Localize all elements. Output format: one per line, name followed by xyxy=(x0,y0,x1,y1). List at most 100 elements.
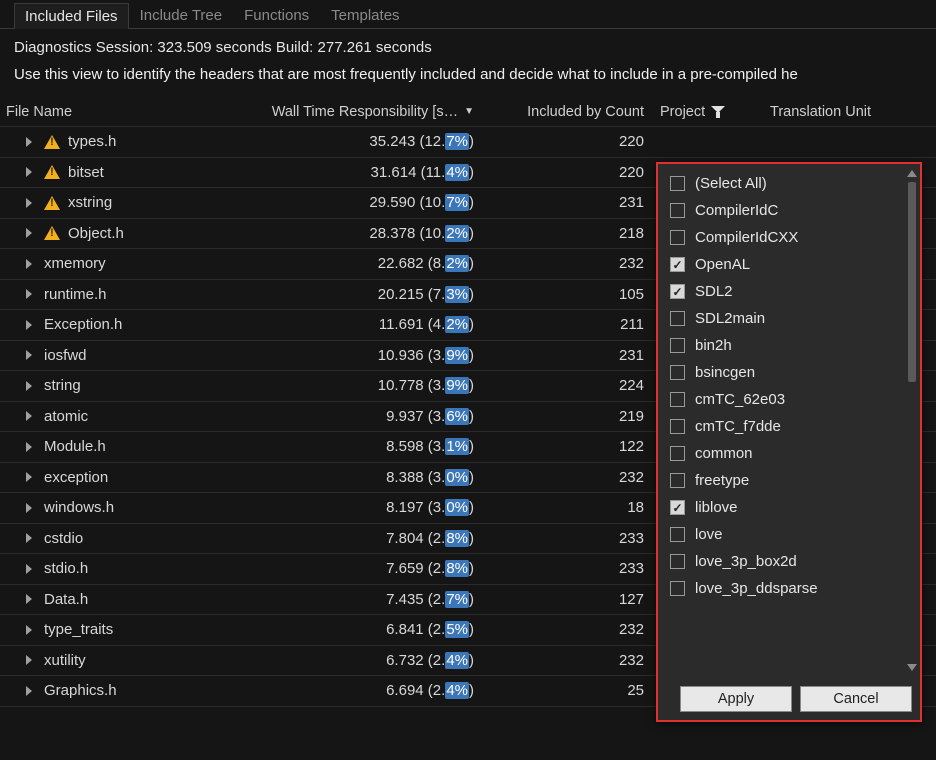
filter-item-label: cmTC_f7dde xyxy=(695,418,781,435)
expander-icon[interactable] xyxy=(26,228,36,238)
tab-include-tree[interactable]: Include Tree xyxy=(129,2,234,28)
checkbox[interactable] xyxy=(670,311,685,326)
included-by-cell: 211 xyxy=(484,316,654,333)
col-wall-time-label: Wall Time Responsibility [s… xyxy=(272,104,458,120)
expander-icon[interactable] xyxy=(26,259,36,269)
filter-item-label: love_3p_ddsparse xyxy=(695,580,818,597)
filter-item-label: SDL2main xyxy=(695,310,765,327)
table-row[interactable]: types.h35.243 (12.7%)220 xyxy=(0,127,936,158)
expander-icon[interactable] xyxy=(26,533,36,543)
wall-time-cell: 10.936 (3.9%) xyxy=(242,347,484,364)
expander-icon[interactable] xyxy=(26,350,36,360)
checkbox[interactable] xyxy=(670,527,685,542)
checkbox[interactable] xyxy=(670,500,685,515)
expander-icon[interactable] xyxy=(26,320,36,330)
expander-icon[interactable] xyxy=(26,594,36,604)
filter-item[interactable]: OpenAL xyxy=(666,251,920,278)
tab-functions[interactable]: Functions xyxy=(233,2,320,28)
file-name-text: Module.h xyxy=(44,438,106,455)
col-file-name[interactable]: File Name xyxy=(0,100,242,124)
wall-time-cell: 6.732 (2.4%) xyxy=(242,652,484,669)
filter-item[interactable]: bin2h xyxy=(666,332,920,359)
expander-icon[interactable] xyxy=(26,472,36,482)
filter-item[interactable]: SDL2main xyxy=(666,305,920,332)
col-translation-unit[interactable]: Translation Unit xyxy=(764,100,936,124)
file-name-cell: Module.h xyxy=(0,438,242,455)
table-header-row: File Name Wall Time Responsibility [s… ▼… xyxy=(0,97,936,127)
expander-icon[interactable] xyxy=(26,503,36,513)
highlighted-percent: 7% xyxy=(445,194,469,211)
filter-item[interactable]: cmTC_f7dde xyxy=(666,413,920,440)
included-by-cell: 18 xyxy=(484,499,654,516)
tab-templates[interactable]: Templates xyxy=(320,2,410,28)
file-name-cell: xmemory xyxy=(0,255,242,272)
expander-icon[interactable] xyxy=(26,137,36,147)
checkbox[interactable] xyxy=(670,284,685,299)
file-name-text: string xyxy=(44,377,81,394)
checkbox[interactable] xyxy=(670,338,685,353)
filter-scrollbar[interactable] xyxy=(906,168,918,674)
filter-item[interactable]: CompilerIdC xyxy=(666,197,920,224)
checkbox[interactable] xyxy=(670,554,685,569)
expander-icon[interactable] xyxy=(26,381,36,391)
checkbox[interactable] xyxy=(670,392,685,407)
highlighted-percent: 2% xyxy=(445,225,469,242)
expander-icon[interactable] xyxy=(26,411,36,421)
col-project[interactable]: Project xyxy=(654,100,764,124)
filter-item[interactable]: love xyxy=(666,521,920,548)
filter-item[interactable]: love_3p_ddsparse xyxy=(666,575,920,602)
filter-item-label: bin2h xyxy=(695,337,732,354)
filter-icon[interactable] xyxy=(711,106,725,118)
filter-item[interactable]: love_3p_box2d xyxy=(666,548,920,575)
wall-time-cell: 28.378 (10.2%) xyxy=(242,225,484,242)
scroll-thumb[interactable] xyxy=(908,182,916,382)
checkbox[interactable] xyxy=(670,419,685,434)
warning-icon xyxy=(44,226,60,240)
checkbox[interactable] xyxy=(670,230,685,245)
expander-icon[interactable] xyxy=(26,198,36,208)
expander-icon[interactable] xyxy=(26,564,36,574)
filter-item-label: CompilerIdC xyxy=(695,202,778,219)
included-by-cell: 232 xyxy=(484,469,654,486)
filter-item[interactable]: CompilerIdCXX xyxy=(666,224,920,251)
highlighted-percent: 1% xyxy=(445,438,469,455)
expander-icon[interactable] xyxy=(26,289,36,299)
expander-icon[interactable] xyxy=(26,655,36,665)
expander-icon[interactable] xyxy=(26,442,36,452)
filter-item[interactable]: common xyxy=(666,440,920,467)
checkbox[interactable] xyxy=(670,581,685,596)
file-name-text: xutility xyxy=(44,652,86,669)
expander-icon[interactable] xyxy=(26,167,36,177)
highlighted-percent: 0% xyxy=(445,469,469,486)
checkbox[interactable] xyxy=(670,257,685,272)
filter-item[interactable]: freetype xyxy=(666,467,920,494)
checkbox[interactable] xyxy=(670,203,685,218)
scroll-down-icon[interactable] xyxy=(906,662,918,674)
highlighted-percent: 7% xyxy=(445,133,469,150)
cancel-button[interactable]: Cancel xyxy=(800,686,912,712)
filter-item[interactable]: cmTC_62e03 xyxy=(666,386,920,413)
checkbox[interactable] xyxy=(670,446,685,461)
col-wall-time[interactable]: Wall Time Responsibility [s… ▼ xyxy=(242,100,484,124)
file-name-cell: exception xyxy=(0,469,242,486)
warning-icon xyxy=(44,196,60,210)
filter-item[interactable]: SDL2 xyxy=(666,278,920,305)
filter-item[interactable]: (Select All) xyxy=(666,170,920,197)
wall-time-cell: 10.778 (3.9%) xyxy=(242,377,484,394)
wall-time-cell: 20.215 (7.3%) xyxy=(242,286,484,303)
scroll-up-icon[interactable] xyxy=(906,168,918,180)
checkbox[interactable] xyxy=(670,365,685,380)
checkbox[interactable] xyxy=(670,176,685,191)
expander-icon[interactable] xyxy=(26,625,36,635)
tab-bar: Included FilesInclude TreeFunctionsTempl… xyxy=(0,0,936,29)
apply-button[interactable]: Apply xyxy=(680,686,792,712)
filter-item[interactable]: liblove xyxy=(666,494,920,521)
filter-item[interactable]: bsincgen xyxy=(666,359,920,386)
wall-time-cell: 7.659 (2.8%) xyxy=(242,560,484,577)
filter-buttons: Apply Cancel xyxy=(658,678,920,720)
checkbox[interactable] xyxy=(670,473,685,488)
col-included-by[interactable]: Included by Count xyxy=(484,100,654,124)
expander-icon[interactable] xyxy=(26,686,36,696)
filter-item-label: (Select All) xyxy=(695,175,767,192)
tab-included-files[interactable]: Included Files xyxy=(14,3,129,29)
